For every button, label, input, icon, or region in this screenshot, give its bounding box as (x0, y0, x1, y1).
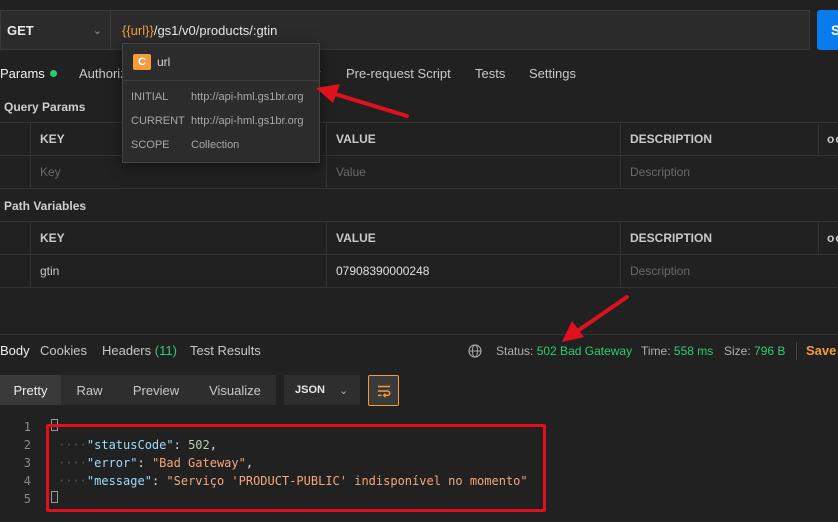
url-path: /gs1/v0/products/:gtin (153, 22, 278, 38)
variable-name: url (157, 55, 171, 69)
tab-pre-request-script[interactable]: Pre-request Script (346, 66, 451, 81)
value-input[interactable]: 07908390000248 (326, 255, 621, 287)
line-number: 5 (23, 492, 31, 506)
table-header-row: KEY VALUE DESCRIPTION ooo (0, 222, 838, 255)
size-indicator: Size: 796 B (724, 344, 785, 358)
params-active-dot (49, 70, 57, 77)
path-variables-title: Path Variables (4, 199, 87, 213)
format-select[interactable]: JSON ⌄ (284, 375, 360, 405)
variable-tooltip: C url INITIAL http://api-hml.gs1br.org CU… (122, 43, 320, 163)
line-number: 2 (23, 438, 31, 452)
view-visualize-button[interactable]: Visualize (194, 375, 276, 405)
tab-authorization[interactable]: Authoriz (79, 66, 127, 81)
column-header-key: KEY (30, 222, 327, 254)
tooltip-row-scope: SCOPE Collection (131, 139, 239, 151)
time-value[interactable]: 558 ms (674, 344, 713, 358)
key-input[interactable]: gtin (30, 255, 327, 287)
view-raw-button[interactable]: Raw (61, 375, 118, 405)
row-value: Collection (191, 139, 240, 151)
wrap-lines-button[interactable] (368, 375, 399, 406)
response-tab-cookies[interactable]: Cookies (40, 343, 87, 358)
separator (796, 342, 797, 360)
tooltip-row-current: CURRENT http://api-hml.gs1br.org (131, 115, 304, 127)
path-variables-table: KEY VALUE DESCRIPTION ooo gtin 079083900… (0, 221, 838, 288)
format-label: JSON (295, 384, 325, 396)
status-label: Status: (496, 344, 534, 358)
status-value[interactable]: 502 Bad Gateway (537, 344, 632, 358)
line-number: 1 (23, 420, 31, 434)
view-pretty-button[interactable]: Pretty (0, 375, 61, 405)
response-divider (0, 334, 838, 335)
chevron-down-icon: ⌄ (92, 24, 102, 37)
tab-params-label: Params (0, 66, 45, 81)
description-input[interactable]: Description (620, 156, 838, 188)
more-options-icon[interactable]: ooo (818, 222, 838, 254)
row-value: http://api-hml.gs1br.org (191, 91, 304, 103)
response-tab-test-results[interactable]: Test Results (190, 343, 261, 358)
annotation-highlight-box (46, 424, 546, 512)
tooltip-header: C url (123, 44, 319, 81)
size-label: Size: (724, 344, 751, 358)
tab-tests[interactable]: Tests (475, 66, 505, 81)
query-params-title: Query Params (4, 100, 86, 114)
table-row: gtin 07908390000248 Description (0, 255, 838, 288)
headers-count: (11) (154, 343, 177, 358)
response-tab-headers[interactable]: Headers (11) (102, 343, 177, 358)
row-value: http://api-hml.gs1br.org (191, 115, 304, 127)
line-number: 3 (23, 456, 31, 470)
globe-icon[interactable] (468, 344, 482, 358)
url-variable[interactable]: {{url}} (122, 23, 154, 38)
column-header-description: DESCRIPTION (620, 222, 818, 254)
column-header-description: DESCRIPTION (620, 123, 818, 155)
response-tab-body[interactable]: Body (0, 343, 30, 358)
column-header-value: VALUE (326, 222, 621, 254)
method-select[interactable]: GET ⌄ (0, 10, 110, 50)
method-label: GET (7, 22, 34, 38)
description-input[interactable]: Description (620, 255, 838, 287)
tooltip-row-initial: INITIAL http://api-hml.gs1br.org (131, 91, 304, 103)
tab-params[interactable]: Params (0, 66, 57, 81)
wrap-lines-icon (377, 385, 390, 398)
row-label: SCOPE (131, 139, 170, 151)
chevron-down-icon: ⌄ (338, 384, 349, 397)
collection-badge: C (133, 54, 151, 70)
more-options-icon[interactable]: ooo (818, 123, 838, 155)
column-header-value: VALUE (326, 123, 621, 155)
line-number: 4 (23, 474, 31, 488)
time-label: Time: (641, 344, 671, 358)
row-label: CURRENT (131, 115, 185, 127)
row-label: INITIAL (131, 91, 169, 103)
headers-tab-label: Headers (102, 343, 152, 358)
status-indicator: Status: 502 Bad Gateway (496, 344, 632, 358)
send-button[interactable]: S (817, 10, 838, 50)
view-preview-button[interactable]: Preview (118, 375, 194, 405)
tab-settings[interactable]: Settings (529, 66, 576, 81)
save-response-button[interactable]: Save (806, 343, 836, 358)
value-input[interactable]: Value (326, 156, 621, 188)
size-value[interactable]: 796 B (754, 344, 785, 358)
time-indicator: Time: 558 ms (641, 344, 713, 358)
